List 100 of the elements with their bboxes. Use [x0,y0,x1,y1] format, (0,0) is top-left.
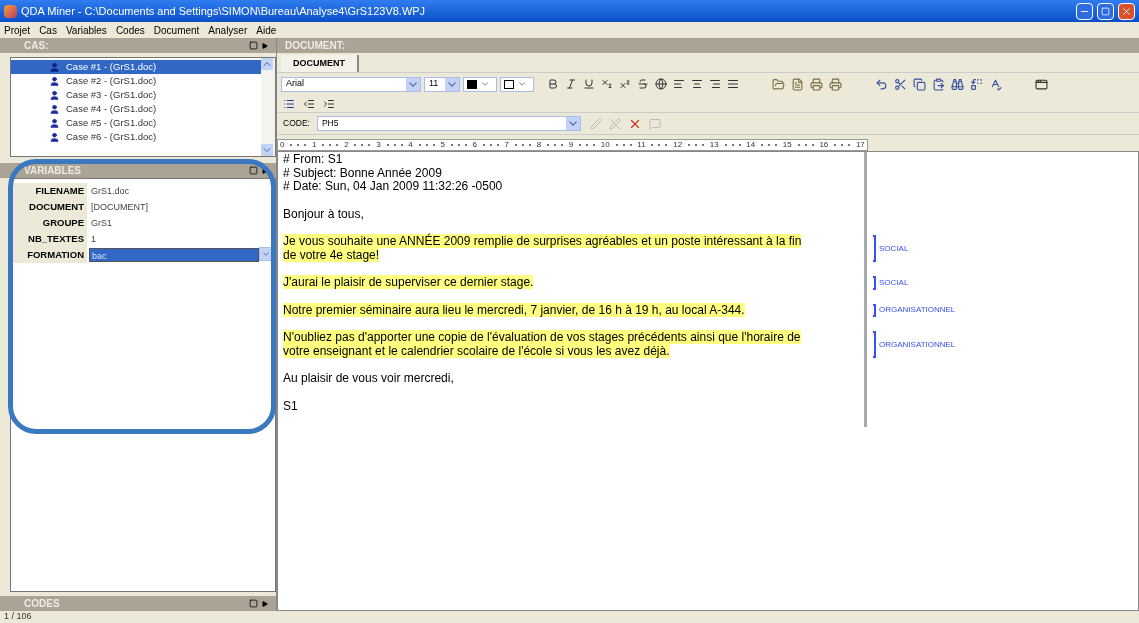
person-icon [49,61,60,73]
code-label: CODE: [283,117,310,130]
case-item[interactable]: Case #6 - (GrS1.doc) [11,130,261,144]
strikethrough-icon[interactable] [637,78,649,90]
code-label[interactable]: SOCIAL [879,242,909,255]
window-icon[interactable] [1035,77,1048,91]
close-button[interactable] [1118,2,1135,20]
person-icon [49,89,60,101]
paragraph: Je vous souhaite une ANNÉE 2009 remplie de surprises agréables et un poste intéressant à la fin de votre 4e stage! [283,235,803,262]
document-tab[interactable]: DOCUMENT [281,55,359,72]
menu-item[interactable]: Cas [39,22,57,38]
paragraph: Bonjour à tous, [283,207,365,221]
chevron-down-icon [445,77,459,91]
code-label[interactable]: ORGANISATIONNEL [879,338,956,351]
menu-item[interactable]: Codes [115,22,145,38]
ruler-number: 6 [472,139,477,151]
ruler-number: 8 [536,139,542,151]
copy-icon[interactable] [913,77,926,91]
color-swatch [467,79,477,89]
panel-menu-icon[interactable] [262,167,268,174]
justify-icon[interactable] [727,78,739,90]
panel-maximize-icon[interactable] [249,599,258,608]
variable-value[interactable]: 1 [89,232,259,246]
panel-title: CAS: [24,39,49,53]
outdent-icon[interactable] [303,97,315,110]
ruler-number: 15 [782,139,792,151]
case-item[interactable]: Case #4 - (GrS1.doc) [11,102,261,116]
panel-maximize-icon[interactable] [249,41,258,50]
ruler-number: 17 [855,139,865,151]
ruler-number: 5 [440,139,445,151]
bold-icon[interactable] [547,78,559,90]
code-bracket [873,276,876,290]
folder-icon[interactable] [772,77,785,91]
border-dropdown[interactable] [500,76,534,92]
person-icon [49,131,60,143]
indent-icon[interactable] [323,97,335,110]
text-color-dropdown[interactable] [463,76,497,92]
underline-icon[interactable] [583,78,595,90]
variable-value[interactable]: bac [89,248,259,262]
menu-item[interactable]: Document [153,22,200,38]
variable-name: DOCUMENT [11,199,87,215]
case-item[interactable]: Case #2 - (GrS1.doc) [11,74,261,88]
panel-menu-icon[interactable] [262,42,268,49]
paragraph: Notre premier séminaire aura lieu le mercredi, 7 janvier, de 16 h à 19 h, au local A-344. [283,303,746,317]
ruler-number: 3 [376,139,381,151]
paste-icon[interactable] [932,77,945,91]
case-item[interactable]: Case #5 - (GrS1.doc) [11,116,261,130]
font-dropdown[interactable]: Arial [281,76,421,92]
ruler-number: 11 [637,139,646,151]
case-item[interactable]: Case #3 - (GrS1.doc) [11,88,261,102]
size-dropdown[interactable]: 11 [424,76,460,92]
cut-icon[interactable] [894,77,907,91]
code-label[interactable]: SOCIAL [879,276,909,289]
person-icon [49,75,60,87]
window-title: QDA Miner - C:\Documents and Settings\SIMON\Bureau\Analyse4\GrS123V8.WPJ [21,3,427,19]
align-right-icon[interactable] [709,78,721,90]
menu-item[interactable]: Aide [256,22,277,38]
ruler-number: 0 [280,139,285,151]
menu-item[interactable]: Variables [65,22,107,38]
find-icon[interactable] [951,77,964,91]
ruler-number: 10 [600,139,610,151]
globe-icon[interactable] [655,78,667,90]
ruler-number: 12 [673,139,683,151]
chevron-down-icon [565,117,580,130]
subscript-icon[interactable] [601,78,613,90]
paragraph: J'aurai le plaisir de superviser ce dernier stage. [283,276,535,290]
panel-menu-icon[interactable] [262,600,268,607]
paragraph: S1 [283,399,299,413]
undo-icon[interactable] [875,77,888,91]
panel-title: VARIABLES [24,164,82,178]
person-icon [49,117,60,129]
menu-item[interactable]: Analyser [208,22,248,38]
code-label[interactable]: ORGANISATIONNEL [879,304,956,317]
case-item[interactable]: Case #1 - (GrS1.doc) [11,60,261,74]
chevron-down-icon [261,249,271,259]
superscript-icon[interactable] [619,78,631,90]
app-icon [4,4,17,18]
menu-item[interactable]: Projet [4,22,31,38]
print-icon[interactable] [810,77,823,91]
paragraph: Au plaisir de vous voir mercredi, [283,372,455,386]
code-dropdown[interactable]: PH5 [316,116,581,131]
align-center-icon[interactable] [691,78,703,90]
italic-icon[interactable] [565,78,577,90]
ruler-number: 2 [344,139,349,151]
maximize-button[interactable] [1097,2,1114,20]
chevron-down-icon [406,77,420,91]
chevron-down-icon [480,79,490,89]
ruler-number: 1 [312,139,317,151]
border-swatch [504,79,514,89]
spellcheck-icon[interactable] [989,77,1002,91]
variable-value[interactable]: GrS1 [89,216,259,230]
variable-value[interactable]: GrS1.doc [89,184,259,198]
paragraph: # From: S1 # Subject: Bonne Année 2009 # Date: Sun, 04 Jan 2009 11:32:26 -0500 [283,153,504,194]
align-left-icon[interactable] [673,78,685,90]
variable-name: FILENAME [11,183,87,199]
bullet-list-icon[interactable] [283,97,295,110]
minimize-button[interactable] [1076,2,1093,20]
panel-maximize-icon[interactable] [249,166,258,175]
variable-value[interactable]: [DOCUMENT] [89,200,259,214]
document-icon[interactable] [791,77,804,91]
